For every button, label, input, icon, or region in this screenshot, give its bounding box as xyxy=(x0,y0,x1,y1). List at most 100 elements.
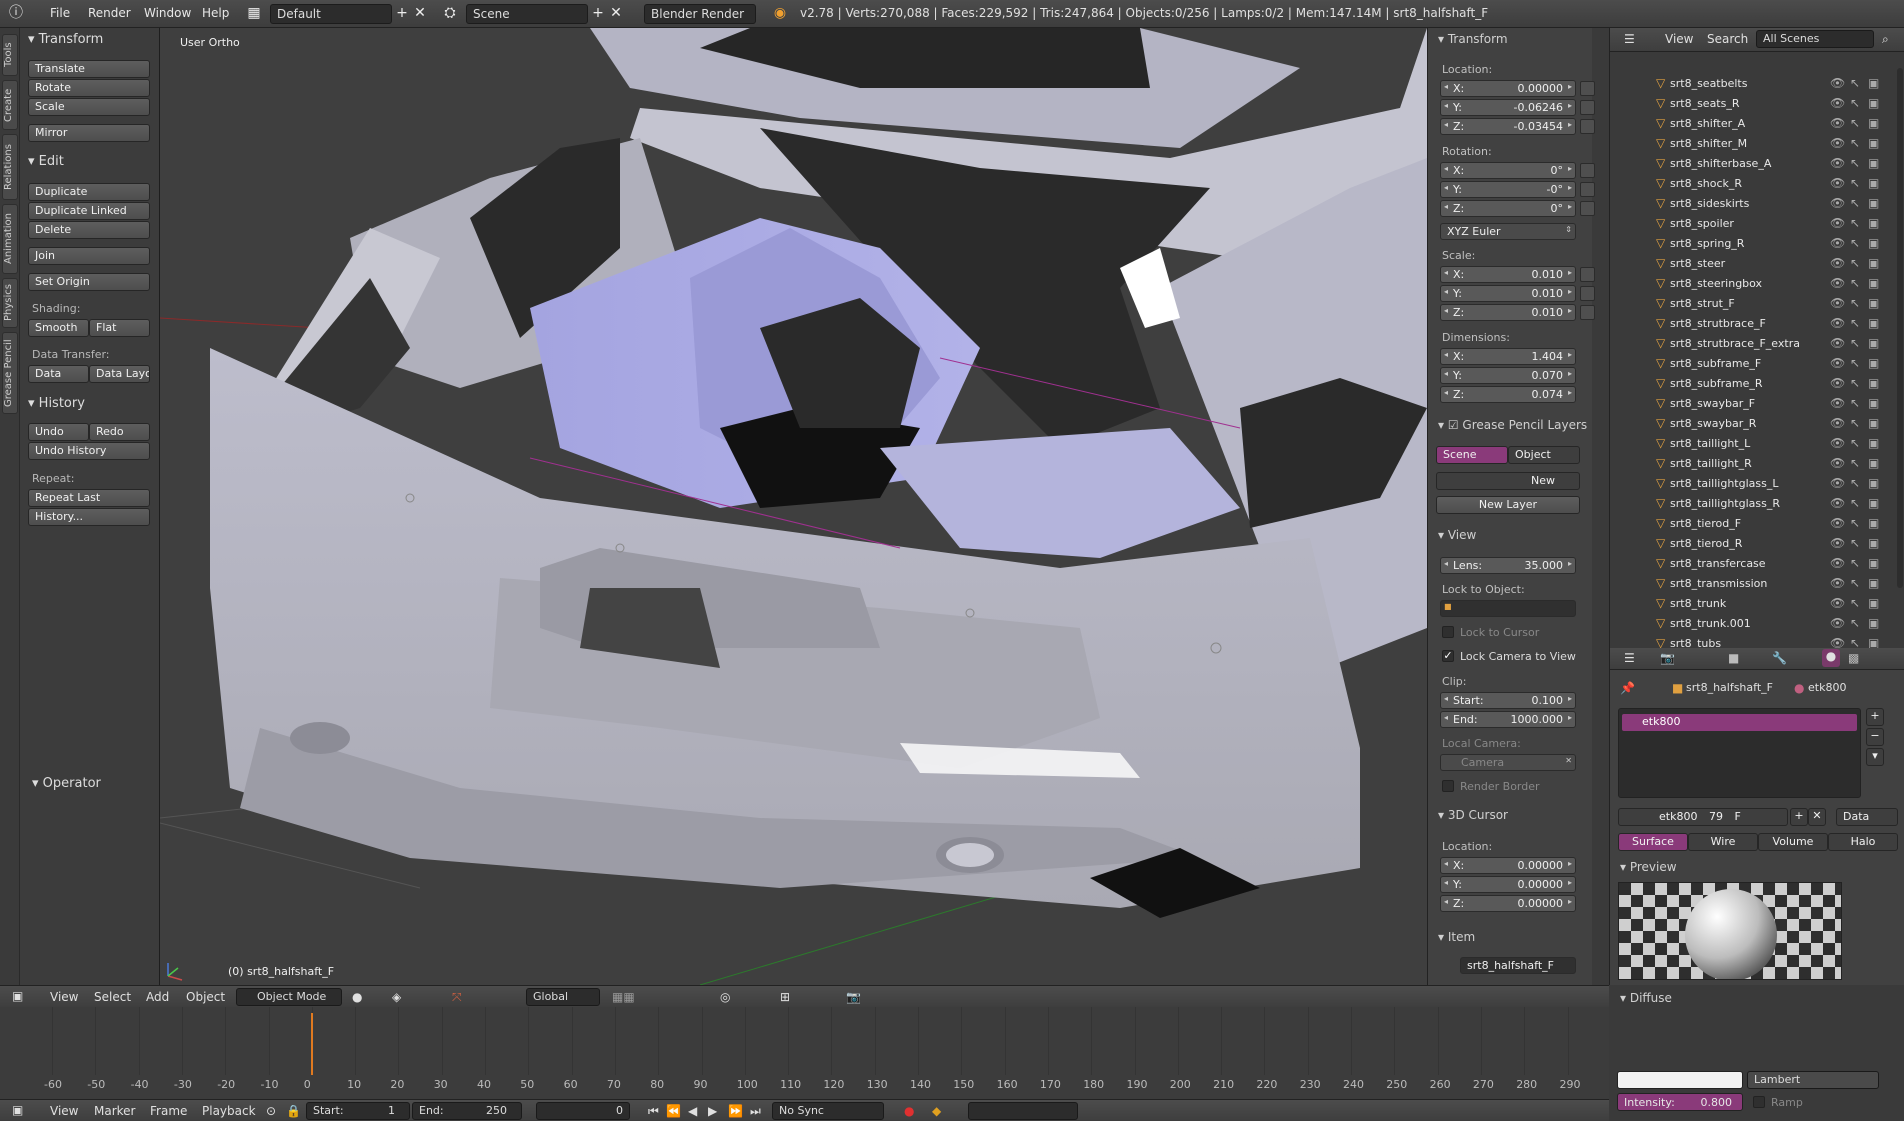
add-layout-icon[interactable]: + xyxy=(392,4,412,24)
end-frame-field[interactable]: End: 250 xyxy=(412,1102,522,1120)
visibility-eye-icon[interactable]: 👁 xyxy=(1830,376,1845,390)
history-panel-header[interactable]: ▾ History xyxy=(28,396,85,411)
visibility-eye-icon[interactable]: 👁 xyxy=(1830,216,1845,230)
visibility-eye-icon[interactable]: 👁 xyxy=(1830,476,1845,490)
visibility-eye-icon[interactable]: 👁 xyxy=(1830,456,1845,470)
gp-object-tab[interactable]: Object xyxy=(1508,446,1580,464)
visibility-eye-icon[interactable]: 👁 xyxy=(1830,176,1845,190)
lock-rotation-x-icon[interactable] xyxy=(1580,163,1595,178)
scale-y-field[interactable]: ◂ Y: 0.010 ▸ xyxy=(1440,285,1576,302)
selectable-cursor-icon[interactable]: ↖ xyxy=(1850,476,1860,490)
rotate-button[interactable]: Rotate xyxy=(28,79,150,97)
cursor-y-field[interactable]: ◂ Y: 0.00000 ▸ xyxy=(1440,876,1576,893)
render-camera-icon[interactable]: ▣ xyxy=(1868,96,1879,110)
outliner-search-menu[interactable]: Search xyxy=(1707,32,1748,46)
play-reverse-icon[interactable]: ◀ xyxy=(688,1104,697,1118)
local-camera-field[interactable]: Camera ✕ xyxy=(1440,754,1576,771)
selectable-cursor-icon[interactable]: ↖ xyxy=(1850,136,1860,150)
outliner-row[interactable]: ▽ srt8_steer 👁 ↖ ▣ xyxy=(1610,254,1890,274)
visibility-eye-icon[interactable]: 👁 xyxy=(1830,356,1845,370)
scale-z-field[interactable]: ◂ Z: 0.010 ▸ xyxy=(1440,304,1576,321)
npanel-transform-header[interactable]: ▾ Transform xyxy=(1438,32,1508,46)
breadcrumb-object[interactable]: srt8_halfshaft_F xyxy=(1686,681,1773,694)
visibility-eye-icon[interactable]: 👁 xyxy=(1830,576,1845,590)
lock-camera-checkbox[interactable]: ✓ xyxy=(1442,650,1454,662)
outliner-row[interactable]: ▽ srt8_strutbrace_F 👁 ↖ ▣ xyxy=(1610,314,1890,334)
current-frame-indicator[interactable] xyxy=(311,1013,313,1075)
keying-set-icon[interactable]: ◆ xyxy=(932,1104,941,1118)
location-y-field[interactable]: ◂ Y: -0.06246 ▸ xyxy=(1440,99,1576,116)
visibility-eye-icon[interactable]: 👁 xyxy=(1830,316,1845,330)
selectable-cursor-icon[interactable]: ↖ xyxy=(1850,236,1860,250)
duplicate-button[interactable]: Duplicate xyxy=(28,183,150,201)
undo-button[interactable]: Undo xyxy=(28,423,89,441)
start-frame-field[interactable]: Start: 1 xyxy=(306,1102,410,1120)
diffuse-shader-select[interactable]: Lambert xyxy=(1747,1071,1879,1089)
outliner-row[interactable]: ▽ srt8_taillightglass_L 👁 ↖ ▣ xyxy=(1610,474,1890,494)
render-camera-icon[interactable]: ▣ xyxy=(1868,436,1879,450)
transform-orientation-select[interactable]: Global xyxy=(526,988,600,1006)
render-camera-icon[interactable]: ▣ xyxy=(1868,136,1879,150)
visibility-eye-icon[interactable]: 👁 xyxy=(1830,596,1845,610)
material-slot-item[interactable]: etk800 xyxy=(1622,714,1857,731)
clip-start-field[interactable]: ◂ Start: 0.100 ▸ xyxy=(1440,692,1576,709)
visibility-eye-icon[interactable]: 👁 xyxy=(1830,336,1845,350)
selectable-cursor-icon[interactable]: ↖ xyxy=(1850,296,1860,310)
material-link-select[interactable]: Data xyxy=(1836,808,1898,826)
outliner-row[interactable]: ▽ srt8_seatbelts 👁 ↖ ▣ xyxy=(1610,74,1890,94)
play-icon[interactable]: ▶ xyxy=(708,1104,717,1118)
visibility-eye-icon[interactable]: 👁 xyxy=(1830,516,1845,530)
outliner-row[interactable]: ▽ srt8_trunk 👁 ↖ ▣ xyxy=(1610,594,1890,614)
lock-rotation-y-icon[interactable] xyxy=(1580,182,1595,197)
texture-tab-icon[interactable]: ▩ xyxy=(1848,651,1859,665)
lock-rotation-z-icon[interactable] xyxy=(1580,201,1595,216)
timeline[interactable]: -60 -50 -40 -30 -20 -10 0 10 20 30 40 50 60 70 80 90 100… xyxy=(0,1007,1609,1099)
layers-icon[interactable]: ▦▦ xyxy=(612,990,635,1004)
ramp-checkbox[interactable] xyxy=(1753,1096,1765,1108)
material-tab-icon[interactable]: ● xyxy=(1822,649,1840,667)
screen-layout-field[interactable]: Default xyxy=(270,4,392,24)
lock-scale-z-icon[interactable] xyxy=(1580,305,1595,320)
keying-set-field[interactable] xyxy=(968,1102,1078,1120)
render-camera-icon[interactable]: ▣ xyxy=(1868,616,1879,630)
visibility-eye-icon[interactable]: 👁 xyxy=(1830,136,1845,150)
outliner-row[interactable]: ▽ srt8_tierod_F 👁 ↖ ▣ xyxy=(1610,514,1890,534)
outliner-row[interactable]: ▽ srt8_strutbrace_F_extra 👁 ↖ ▣ xyxy=(1610,334,1890,354)
selectable-cursor-icon[interactable]: ↖ xyxy=(1850,196,1860,210)
visibility-eye-icon[interactable]: 👁 xyxy=(1830,556,1845,570)
lock-cursor-checkbox[interactable] xyxy=(1442,626,1454,638)
render-camera-icon[interactable]: ▣ xyxy=(1868,196,1879,210)
3d-viewport[interactable]: User Ortho (0) srt8_halfshaft_F xyxy=(160,28,1427,985)
selectable-cursor-icon[interactable]: ↖ xyxy=(1850,216,1860,230)
history-button[interactable]: History... xyxy=(28,508,150,526)
render-camera-icon[interactable]: ▣ xyxy=(1868,296,1879,310)
selectable-cursor-icon[interactable]: ↖ xyxy=(1850,576,1860,590)
render-camera-icon[interactable]: ▣ xyxy=(1868,316,1879,330)
selectable-cursor-icon[interactable]: ↖ xyxy=(1850,596,1860,610)
outliner-row[interactable]: ▽ srt8_shifter_M 👁 ↖ ▣ xyxy=(1610,134,1890,154)
rotation-mode-select[interactable]: XYZ Euler ⇕ xyxy=(1440,223,1576,240)
selectable-cursor-icon[interactable]: ↖ xyxy=(1850,316,1860,330)
render-camera-icon[interactable]: ▣ xyxy=(1868,276,1879,290)
visibility-eye-icon[interactable]: 👁 xyxy=(1830,536,1845,550)
grease-pencil-header[interactable]: ▾ ☑ Grease Pencil Layers xyxy=(1438,418,1587,432)
outliner-row[interactable]: ▽ srt8_subframe_F 👁 ↖ ▣ xyxy=(1610,354,1890,374)
item-panel-header[interactable]: ▾ Item xyxy=(1438,930,1475,944)
selectable-cursor-icon[interactable]: ↖ xyxy=(1850,276,1860,290)
unlink-material-icon[interactable]: ✕ xyxy=(1808,808,1826,826)
outliner-row[interactable]: ▽ srt8_swaybar_R 👁 ↖ ▣ xyxy=(1610,414,1890,434)
record-icon[interactable]: ● xyxy=(904,1104,914,1118)
dimensions-z-field[interactable]: ◂ Z: 0.074 ▸ xyxy=(1440,386,1576,403)
new-material-icon[interactable]: + xyxy=(1790,808,1808,826)
rotation-z-field[interactable]: ◂ Z: 0° ▸ xyxy=(1440,200,1576,217)
menu-file[interactable]: File xyxy=(50,6,70,20)
tab-animation[interactable]: Animation xyxy=(2,204,18,274)
render-camera-icon[interactable]: ▣ xyxy=(1868,396,1879,410)
outliner-row[interactable]: ▽ srt8_shifterbase_A 👁 ↖ ▣ xyxy=(1610,154,1890,174)
modifier-tab-icon[interactable]: 🔧 xyxy=(1772,651,1787,665)
diffuse-intensity-slider[interactable]: Intensity: 0.800 xyxy=(1617,1093,1743,1111)
timeline-playback-menu[interactable]: Playback xyxy=(202,1104,256,1118)
pin-icon[interactable]: 📌 xyxy=(1620,681,1635,695)
outliner-row[interactable]: ▽ srt8_spring_R 👁 ↖ ▣ xyxy=(1610,234,1890,254)
render-camera-icon[interactable]: ▣ xyxy=(1868,596,1879,610)
